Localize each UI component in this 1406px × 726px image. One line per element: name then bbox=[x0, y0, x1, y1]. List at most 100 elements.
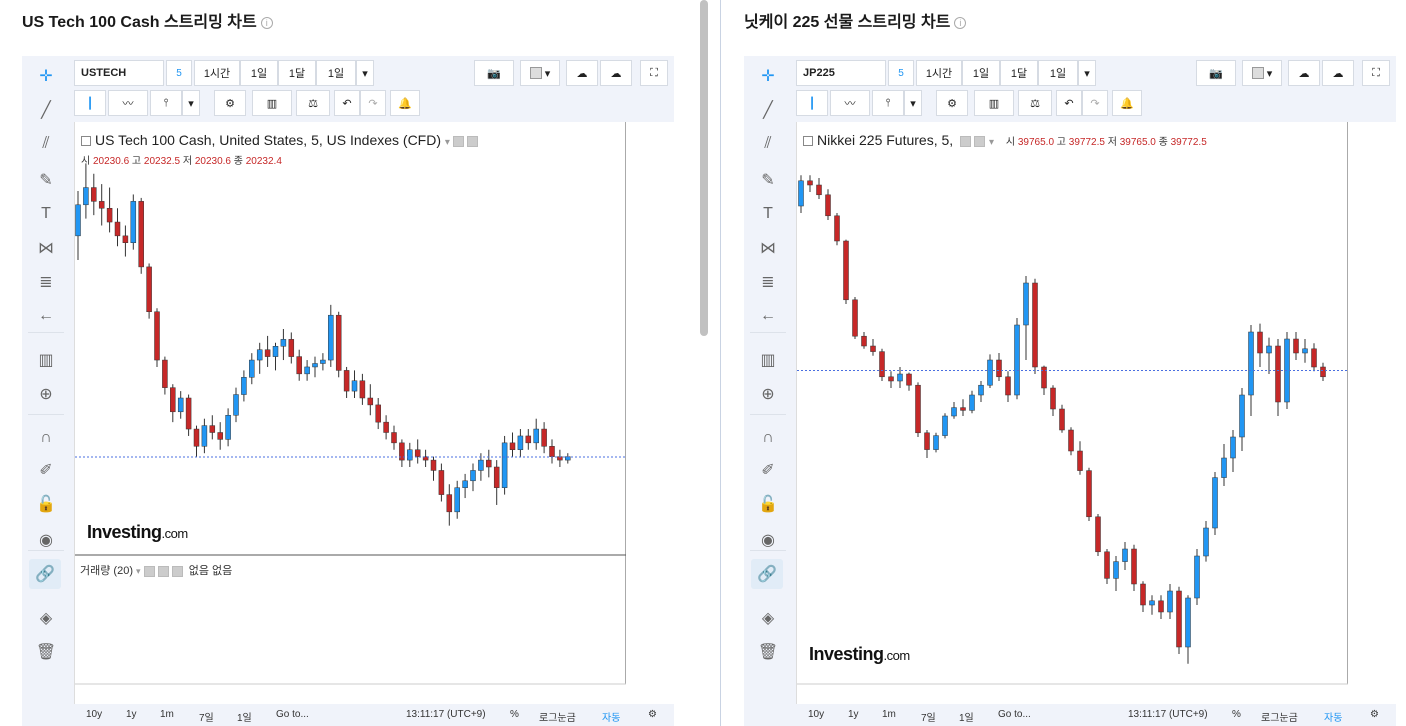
alert-button[interactable]: 🔔 bbox=[390, 90, 420, 116]
indicators-dropdown[interactable]: ▾ bbox=[182, 90, 200, 116]
lock-draw-tool[interactable]: ✐ bbox=[756, 458, 780, 482]
info-icon[interactable]: i bbox=[954, 16, 967, 29]
auto-scale-button[interactable]: 자동 bbox=[1324, 709, 1342, 724]
interval-1h-button[interactable]: 1시간 bbox=[194, 60, 240, 86]
interval-1d-button[interactable]: 1일 bbox=[962, 60, 1000, 86]
load-button[interactable]: ☁ bbox=[566, 60, 598, 86]
auto-scale-button[interactable]: 자동 bbox=[602, 709, 620, 724]
compare-button[interactable]: ⚖ bbox=[296, 90, 330, 116]
trash-tool[interactable]: 🗑 bbox=[756, 640, 780, 664]
range-1d-button[interactable]: 1일 bbox=[237, 709, 252, 724]
settings-button[interactable]: ⚙ bbox=[1370, 709, 1379, 720]
trendline-tool[interactable]: ╱ bbox=[34, 98, 58, 122]
redo-button[interactable]: ↷ bbox=[1082, 90, 1108, 116]
brush-tool[interactable]: ✎ bbox=[34, 168, 58, 192]
fullscreen-button[interactable]: ⛶ bbox=[640, 60, 668, 86]
info-icon[interactable]: i bbox=[260, 16, 273, 29]
range-7d-button[interactable]: 7일 bbox=[921, 709, 936, 724]
unlock-tool[interactable]: 🔓 bbox=[34, 492, 58, 516]
line-chart-button[interactable]: 〰 bbox=[108, 90, 148, 116]
indicators-button[interactable]: ⫯ bbox=[150, 90, 182, 116]
pitchfork-tool[interactable]: ⫽ bbox=[34, 132, 58, 156]
range-1m-button[interactable]: 1m bbox=[160, 709, 174, 720]
price-chart[interactable]: 39940.039920.039900.039880.039860.039840… bbox=[797, 122, 1348, 690]
chart-canvas[interactable]: 20320.020310.020300.020290.020280.020270… bbox=[74, 122, 674, 712]
color-button[interactable]: ▾ bbox=[1242, 60, 1282, 86]
text-tool[interactable]: T bbox=[756, 202, 780, 226]
settings-button[interactable]: ⚙ bbox=[214, 90, 246, 116]
settings-button[interactable]: ⚙ bbox=[936, 90, 968, 116]
interval-1d-button[interactable]: 1일 bbox=[240, 60, 278, 86]
link-tool[interactable]: 🔗 bbox=[751, 559, 783, 589]
settings-button[interactable]: ⚙ bbox=[648, 709, 657, 720]
trash-tool[interactable]: 🗑 bbox=[34, 640, 58, 664]
load-button[interactable]: ☁ bbox=[1288, 60, 1320, 86]
pitchfork-tool[interactable]: ⫽ bbox=[756, 132, 780, 156]
chevron-down-icon[interactable]: ▾ bbox=[445, 137, 450, 148]
brush-tool[interactable]: ✎ bbox=[756, 168, 780, 192]
interval-1d2-button[interactable]: 1일 bbox=[1038, 60, 1078, 86]
magnet-tool[interactable]: ∩ bbox=[756, 426, 780, 450]
studies-button[interactable]: ▥ bbox=[252, 90, 292, 116]
interval-1m-button[interactable]: 1달 bbox=[278, 60, 316, 86]
undo-button[interactable]: ↶ bbox=[334, 90, 360, 116]
crosshair-tool[interactable]: ✛ bbox=[34, 64, 58, 88]
fullscreen-button[interactable]: ⛶ bbox=[1362, 60, 1390, 86]
back-arrow-tool[interactable]: ← bbox=[756, 304, 780, 328]
chevron-down-icon[interactable]: ▾ bbox=[989, 137, 994, 148]
close-icon[interactable] bbox=[171, 565, 183, 577]
ruler-tool[interactable]: ▥ bbox=[34, 348, 58, 372]
zoom-tool[interactable]: ⊕ bbox=[756, 382, 780, 406]
chart-canvas[interactable]: 39940.039920.039900.039880.039860.039840… bbox=[796, 122, 1396, 712]
pattern-tool[interactable]: ⋈ bbox=[34, 236, 58, 260]
collapse-icon[interactable] bbox=[803, 136, 813, 147]
range-1m-button[interactable]: 1m bbox=[882, 709, 896, 720]
magnet-tool[interactable]: ∩ bbox=[34, 426, 58, 450]
zoom-tool[interactable]: ⊕ bbox=[34, 382, 58, 406]
save-button[interactable]: ☁ bbox=[600, 60, 632, 86]
eye-tool[interactable]: ◉ bbox=[34, 528, 58, 552]
lock-draw-tool[interactable]: ✐ bbox=[34, 458, 58, 482]
studies-button[interactable]: ▥ bbox=[974, 90, 1014, 116]
undo-button[interactable]: ↶ bbox=[1056, 90, 1082, 116]
screenshot-button[interactable]: 📷 bbox=[1196, 60, 1236, 86]
back-arrow-tool[interactable]: ← bbox=[34, 304, 58, 328]
save-button[interactable]: ☁ bbox=[1322, 60, 1354, 86]
interval-1d2-button[interactable]: 1일 bbox=[316, 60, 356, 86]
percent-button[interactable]: % bbox=[1232, 709, 1241, 720]
range-1y-button[interactable]: 1y bbox=[126, 709, 137, 720]
candle-type-button[interactable]: ┃ bbox=[796, 90, 828, 116]
collapse-icon[interactable] bbox=[81, 136, 91, 147]
range-10y-button[interactable]: 10y bbox=[86, 709, 102, 720]
gear-icon[interactable] bbox=[157, 565, 169, 577]
price-chart[interactable]: 20320.020310.020300.020290.020280.020270… bbox=[75, 122, 626, 690]
layers-tool[interactable]: ◈ bbox=[34, 606, 58, 630]
range-10y-button[interactable]: 10y bbox=[808, 709, 824, 720]
goto-button[interactable]: Go to... bbox=[276, 709, 309, 720]
fib-tool[interactable]: ≣ bbox=[756, 270, 780, 294]
chevron-down-icon[interactable]: ▾ bbox=[136, 566, 141, 576]
layers-tool[interactable]: ◈ bbox=[756, 606, 780, 630]
unlock-tool[interactable]: 🔓 bbox=[756, 492, 780, 516]
alert-button[interactable]: 🔔 bbox=[1112, 90, 1142, 116]
link-tool[interactable]: 🔗 bbox=[29, 559, 61, 589]
interval-1m-button[interactable]: 1달 bbox=[1000, 60, 1038, 86]
interval-dropdown[interactable]: ▾ bbox=[1078, 60, 1096, 86]
indicators-dropdown[interactable]: ▾ bbox=[904, 90, 922, 116]
settings-icon[interactable] bbox=[452, 135, 464, 147]
range-1y-button[interactable]: 1y bbox=[848, 709, 859, 720]
line-chart-button[interactable]: 〰 bbox=[830, 90, 870, 116]
resolution-button[interactable]: 5 bbox=[166, 60, 192, 86]
ruler-tool[interactable]: ▥ bbox=[756, 348, 780, 372]
symbol-input[interactable]: JP225 bbox=[796, 60, 886, 86]
log-scale-button[interactable]: 로그눈금 bbox=[539, 709, 576, 724]
symbol-input[interactable]: USTECH bbox=[74, 60, 164, 86]
scrollbar[interactable] bbox=[700, 0, 708, 336]
candle-type-button[interactable]: ┃ bbox=[74, 90, 106, 116]
text-tool[interactable]: T bbox=[34, 202, 58, 226]
pattern-tool[interactable]: ⋈ bbox=[756, 236, 780, 260]
eye-tool[interactable]: ◉ bbox=[756, 528, 780, 552]
compare-button[interactable]: ⚖ bbox=[1018, 90, 1052, 116]
percent-button[interactable]: % bbox=[510, 709, 519, 720]
gear-icon[interactable] bbox=[974, 135, 986, 147]
